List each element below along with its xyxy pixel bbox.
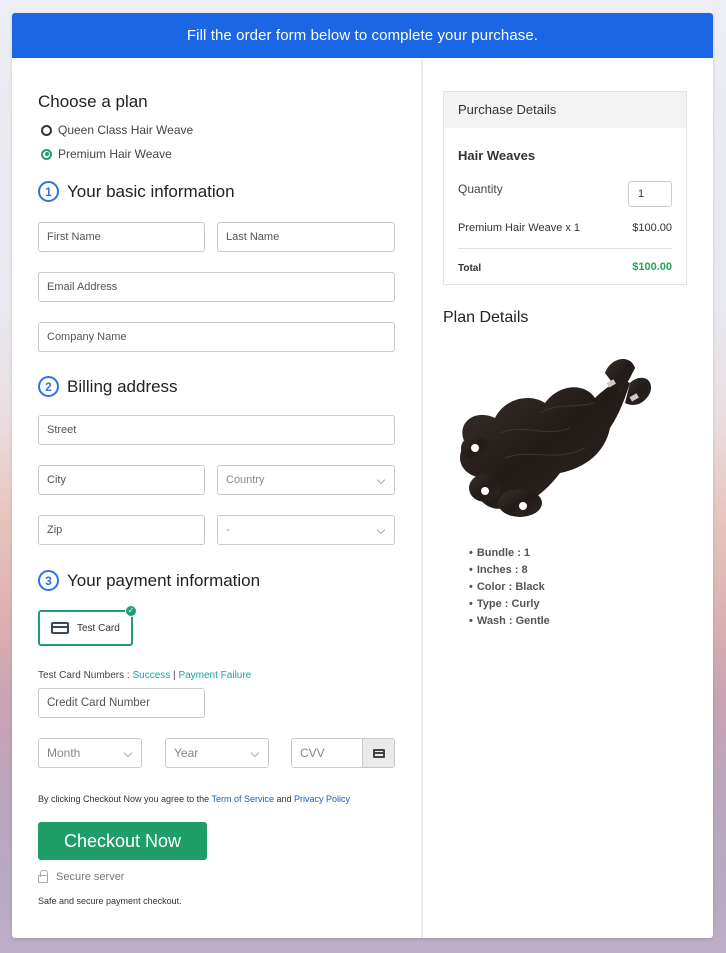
chevron-down-icon (250, 748, 260, 758)
city-input[interactable]: City (38, 465, 205, 495)
secure-server-label: Secure server (56, 871, 125, 883)
terms-of-service-link[interactable]: Term of Service (211, 794, 274, 804)
purchase-details-card: Purchase Details Hair Weaves Quantity 1 … (443, 91, 687, 285)
payment-failure-link[interactable]: Payment Failure (178, 670, 251, 681)
plan-option-label: Premium Hair Weave (58, 147, 172, 161)
plan-option-queen-class[interactable]: Queen Class Hair Weave (41, 123, 193, 137)
chevron-down-icon (123, 748, 133, 758)
section-title: Your payment information (67, 570, 261, 590)
credit-card-icon (51, 622, 69, 634)
cvv-placeholder: CVV (300, 746, 325, 760)
product-title: Hair Weaves (458, 148, 536, 163)
total-price: $100.00 (632, 261, 672, 273)
lock-icon (38, 870, 48, 883)
safe-checkout-text: Safe and secure payment checkout. (38, 896, 182, 906)
credit-card-number-input[interactable]: Credit Card Number (38, 688, 205, 718)
cvv-help-button[interactable] (362, 739, 394, 767)
cvv-input[interactable]: CVV (291, 738, 395, 768)
quantity-label: Quantity (458, 182, 503, 196)
test-card-option[interactable]: Test Card ✓ (38, 605, 137, 646)
plan-specs-list: Bundle : 1 Inches : 8 Color : Black Type… (469, 545, 550, 630)
month-select[interactable]: Month (38, 738, 142, 768)
radio-selected-icon[interactable] (41, 148, 52, 160)
first-name-input[interactable]: First Name (38, 222, 205, 252)
total-label: Total (458, 263, 482, 274)
checkout-now-button[interactable]: Checkout Now (38, 822, 207, 860)
order-form: Choose a plan Queen Class Hair Weave Pre… (12, 58, 421, 938)
terms-agreement: By clicking Checkout Now you agree to th… (38, 794, 350, 804)
zip-input[interactable]: Zip (38, 515, 205, 545)
spec-item: Type : Curly (469, 596, 550, 613)
spec-item: Color : Black (469, 579, 550, 596)
country-select-value: Country (226, 474, 265, 486)
plan-details-heading: Plan Details (443, 309, 529, 326)
email-input[interactable]: Email Address (38, 272, 395, 302)
company-input[interactable]: Company Name (38, 322, 395, 352)
summary-divider (458, 248, 672, 249)
plan-option-premium[interactable]: Premium Hair Weave (41, 147, 172, 161)
line-item-label: Premium Hair Weave x 1 (458, 222, 581, 234)
card-option-label: Test Card (77, 622, 120, 634)
basic-info-heading: 1 Your basic information (38, 181, 235, 202)
step-number-icon: 3 (38, 570, 59, 591)
chevron-down-icon (376, 475, 386, 485)
checkout-page: Fill the order form below to complete yo… (12, 13, 713, 938)
order-summary: Purchase Details Hair Weaves Quantity 1 … (423, 58, 713, 938)
secure-server-note: Secure server (38, 870, 125, 883)
product-image (460, 358, 651, 517)
radio-unselected-icon[interactable] (41, 124, 52, 136)
year-select-value: Year (174, 746, 199, 760)
agreement-and: and (273, 794, 294, 804)
country-select[interactable]: Country (217, 465, 395, 495)
spec-item: Bundle : 1 (469, 545, 550, 562)
last-name-input[interactable]: Last Name (217, 222, 395, 252)
year-select[interactable]: Year (165, 738, 269, 768)
header-banner: Fill the order form below to complete yo… (12, 13, 713, 58)
credit-card-icon (372, 748, 385, 758)
spec-item: Wash : Gentle (469, 613, 550, 630)
spec-item: Inches : 8 (469, 562, 550, 579)
quantity-input[interactable]: 1 (628, 181, 672, 207)
check-icon: ✓ (125, 605, 137, 617)
step-number-icon: 2 (38, 376, 59, 397)
payment-heading: 3 Your payment information (38, 570, 260, 591)
billing-heading: 2 Billing address (38, 376, 178, 397)
street-input[interactable]: Street (38, 415, 395, 445)
success-link[interactable]: Success (132, 670, 170, 681)
section-title: Billing address (67, 376, 178, 396)
purchase-details-heading: Purchase Details (444, 92, 686, 128)
line-item-price: $100.00 (632, 222, 672, 234)
state-select[interactable]: - (217, 515, 395, 545)
state-select-value: - (226, 524, 230, 536)
choose-plan-heading: Choose a plan (38, 92, 148, 111)
chevron-down-icon (376, 525, 386, 535)
privacy-policy-link[interactable]: Privacy Policy (294, 794, 350, 804)
test-card-numbers: Test Card Numbers : Success | Payment Fa… (38, 670, 251, 681)
section-title: Your basic information (67, 181, 235, 201)
agreement-text: By clicking Checkout Now you agree to th… (38, 794, 212, 804)
step-number-icon: 1 (38, 181, 59, 202)
test-numbers-label: Test Card Numbers : (38, 670, 133, 681)
plan-option-label: Queen Class Hair Weave (58, 123, 194, 137)
month-select-value: Month (47, 746, 81, 760)
